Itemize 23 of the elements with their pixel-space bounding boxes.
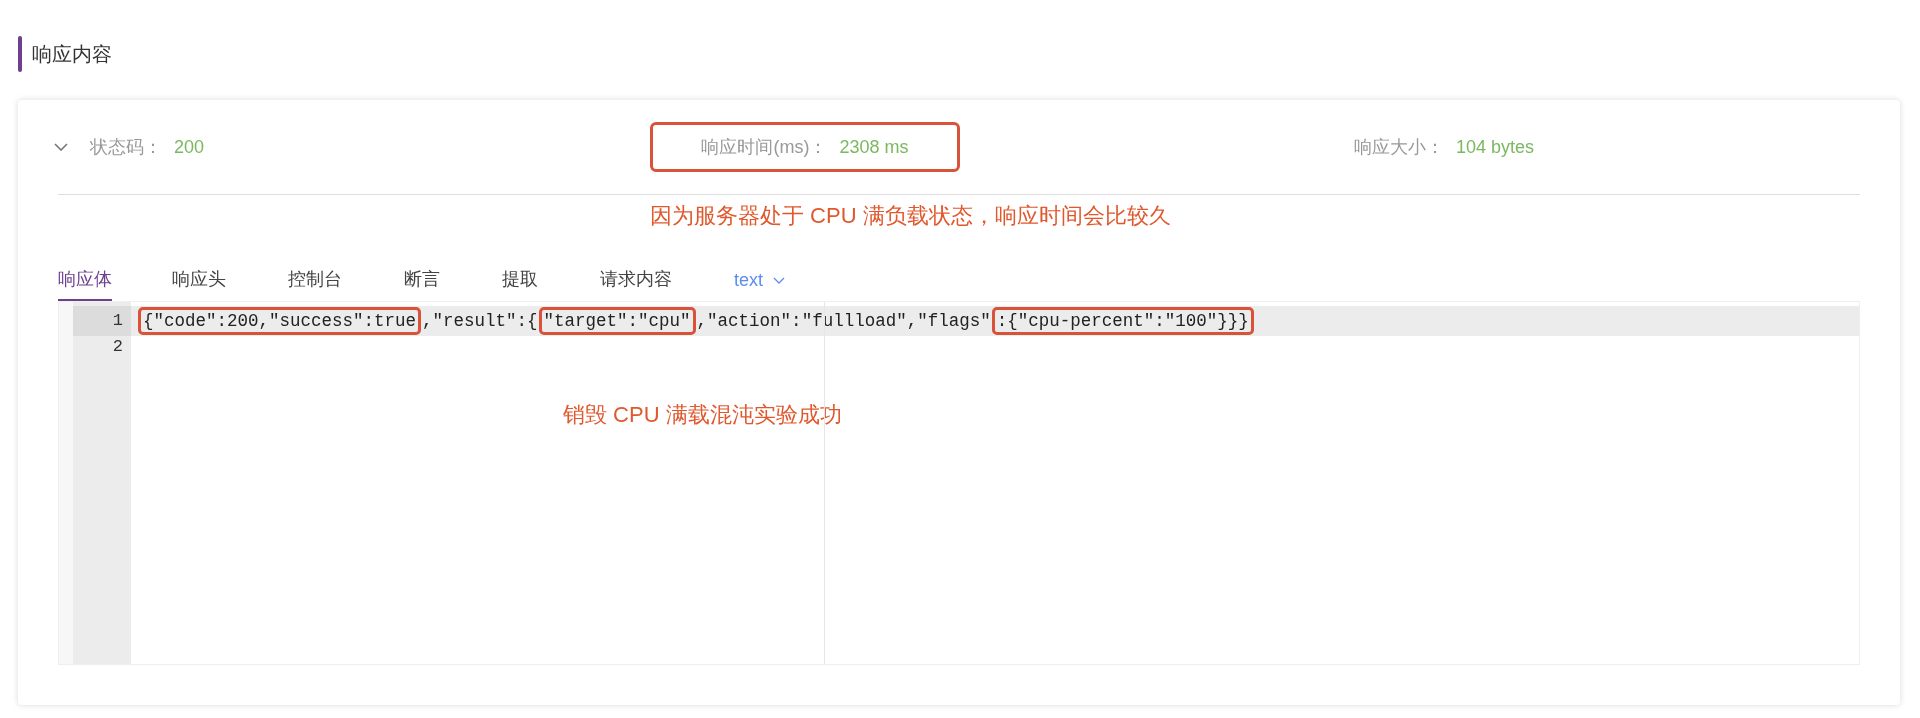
metric-value: 200 [174,136,205,158]
section-title: 响应内容 [32,41,112,67]
tab[interactable]: 响应头 [172,267,226,301]
highlighted-code: "target":"cpu" [538,307,696,335]
tab[interactable]: 提取 [502,267,538,301]
caret-icon[interactable] [773,277,785,284]
tab[interactable]: 断言 [404,267,440,301]
chevron-down-icon[interactable] [54,143,68,151]
metric-label: 响应时间(ms)： [701,136,828,159]
section-accent-bar [18,36,22,72]
code-text: ,"action":"fullload","flags" [696,310,991,332]
line-number: 1 [73,306,131,336]
highlighted-code: :{"cpu-percent":"100"}}} [991,307,1254,335]
metric-label: 状态码： [90,136,162,159]
highlighted-code: {"code":200,"success":true [138,307,422,335]
line-number: 2 [111,336,124,358]
tab[interactable]: 请求内容 [600,267,672,301]
metric-label: 响应大小： [1354,136,1444,159]
code-text: ,"result":{ [422,310,538,332]
annotation-text: 因为服务器处于 CPU 满负载状态，响应时间会比较久 [650,202,1172,230]
tab[interactable]: 控制台 [288,267,342,301]
metric-value: 2308 ms [839,136,909,158]
metric-value: 104 bytes [1456,136,1535,158]
